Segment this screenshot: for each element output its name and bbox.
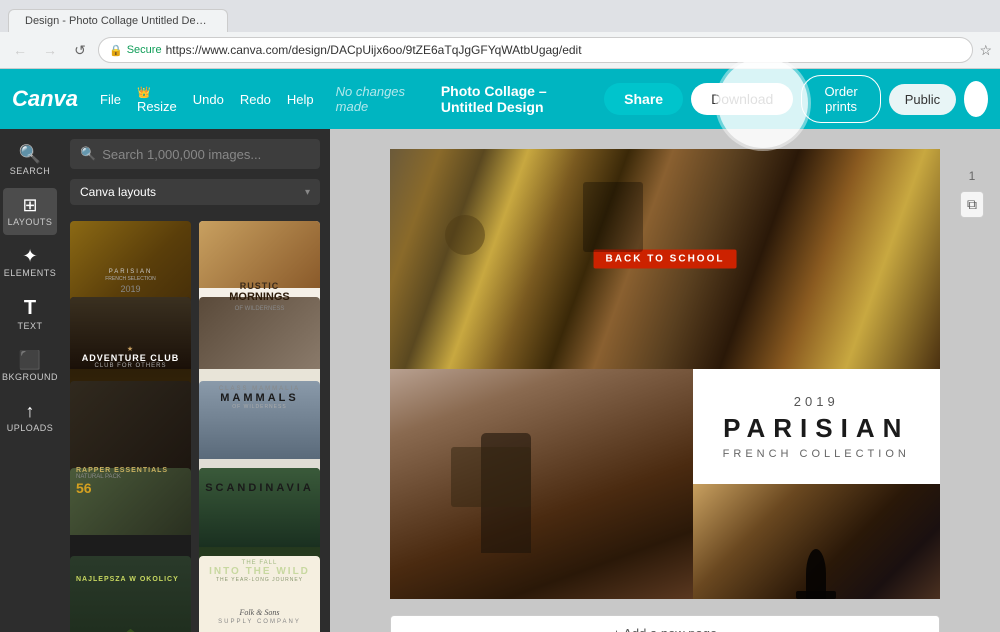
bookmark-icon[interactable]: ☆	[979, 42, 992, 59]
browser-tab[interactable]: Design - Photo Collage Untitled Design |…	[8, 9, 228, 32]
sidebar-label-background: BKGROUND	[2, 372, 58, 382]
toolbar-menu: File Resize Undo Redo Help	[94, 80, 320, 118]
sidebar-item-background[interactable]: ⬛ BKGROUND	[3, 343, 57, 390]
menu-redo[interactable]: Redo	[234, 88, 277, 111]
search-icon: 🔍	[19, 145, 41, 163]
menu-help[interactable]: Help	[281, 88, 320, 111]
sidebar-item-text[interactable]: T TEXT	[3, 290, 57, 339]
canvas-bottom-right: 2019 PARISIAN FRENCH COLLECTION	[693, 369, 941, 599]
order-prints-button[interactable]: Order prints	[801, 75, 880, 123]
layout-card-9[interactable]	[70, 556, 191, 632]
toolbar: Canva File Resize Undo Redo Help No chan…	[0, 69, 1000, 129]
canvas-title: PARISIAN	[723, 413, 909, 444]
uploads-icon: ↑	[26, 402, 35, 420]
sidebar: 🔍 SEARCH ⊞ LAYOUTS ✦ ELEMENTS T TEXT ⬛	[0, 129, 60, 632]
sidebar-item-search[interactable]: 🔍 SEARCH	[3, 137, 57, 184]
search-input[interactable]	[102, 147, 310, 162]
sidebar-item-uploads[interactable]: ↑ UPLOADS	[3, 394, 57, 441]
chevron-down-icon: ▾	[305, 187, 310, 198]
add-page-button[interactable]: + Add a new page	[390, 615, 940, 632]
menu-undo[interactable]: Undo	[187, 88, 230, 111]
sidebar-label-text: TEXT	[17, 321, 42, 331]
lock-icon: 🔒	[109, 44, 123, 57]
download-button[interactable]: Download	[691, 83, 793, 115]
layouts-panel: 🔍 Canva layouts ▾ PARISIAN FRENCH SELECT…	[60, 129, 330, 632]
sidebar-label-layouts: LAYOUTS	[8, 217, 53, 227]
url-text: https://www.canva.com/design/DACpUijx6oo…	[166, 43, 582, 57]
browser-chrome: Design - Photo Collage Untitled Design |…	[0, 0, 1000, 69]
menu-resize[interactable]: Resize	[131, 80, 183, 118]
canvas-area: 1 ⧉ BACK TO SCHOOL	[330, 129, 1000, 632]
main-content: 🔍 SEARCH ⊞ LAYOUTS ✦ ELEMENTS T TEXT ⬛	[0, 129, 1000, 632]
dropdown-label: Canva layouts	[80, 185, 156, 199]
sidebar-item-elements[interactable]: ✦ ELEMENTS	[3, 239, 57, 286]
share-button[interactable]: Share	[604, 83, 683, 115]
canvas-bottom-left-photo	[390, 369, 693, 599]
text-icon: T	[24, 298, 36, 318]
status-text: No changes made	[336, 84, 413, 114]
design-canvas: BACK TO SCHOOL	[390, 149, 940, 599]
forward-button[interactable]: →	[38, 38, 62, 62]
sidebar-label-uploads: UPLOADS	[7, 423, 54, 433]
copy-page-button[interactable]: ⧉	[960, 191, 984, 218]
elements-icon: ✦	[22, 247, 37, 265]
layouts-icon: ⊞	[22, 196, 37, 214]
toggle-button[interactable]	[964, 81, 988, 117]
sidebar-item-layouts[interactable]: ⊞ LAYOUTS	[3, 188, 57, 235]
browser-tab-bar: Design - Photo Collage Untitled Design |…	[0, 0, 1000, 32]
menu-file[interactable]: File	[94, 88, 127, 111]
canva-logo: Canva	[12, 86, 78, 112]
toolbar-actions: Share Download Order prints Public	[604, 75, 988, 123]
canvas-small-photo	[693, 484, 941, 599]
top-collage-image: BACK TO SCHOOL	[390, 149, 940, 369]
secure-label: Secure	[127, 44, 162, 56]
search-area: 🔍	[60, 129, 330, 179]
app: Canva File Resize Undo Redo Help No chan…	[0, 69, 1000, 632]
layout-category-dropdown[interactable]: Canva layouts ▾	[70, 179, 320, 205]
design-title: Photo Collage – Untitled Design	[441, 83, 596, 115]
canvas-text-block: 2019 PARISIAN FRENCH COLLECTION	[693, 369, 941, 484]
search-box[interactable]: 🔍	[70, 139, 320, 169]
sidebar-label-elements: ELEMENTS	[4, 268, 57, 278]
sidebar-label-search: SEARCH	[10, 166, 51, 176]
refresh-button[interactable]: ↺	[68, 38, 92, 62]
layouts-grid: PARISIAN FRENCH SELECTION 2019 RUSTIC MO…	[60, 213, 330, 632]
url-bar[interactable]: 🔒 Secure https://www.canva.com/design/DA…	[98, 37, 973, 63]
canvas-bottom: 2019 PARISIAN FRENCH COLLECTION	[390, 369, 940, 599]
back-button[interactable]: ←	[8, 38, 32, 62]
search-icon: 🔍	[80, 146, 96, 162]
browser-address-bar: ← → ↺ 🔒 Secure https://www.canva.com/des…	[0, 32, 1000, 68]
canvas-year: 2019	[794, 394, 839, 409]
public-button[interactable]: Public	[889, 84, 956, 115]
canvas-subtitle: FRENCH COLLECTION	[723, 448, 910, 460]
page-number: 1	[969, 169, 976, 183]
page-indicators: 1 ⧉	[960, 169, 984, 218]
background-icon: ⬛	[19, 351, 41, 369]
